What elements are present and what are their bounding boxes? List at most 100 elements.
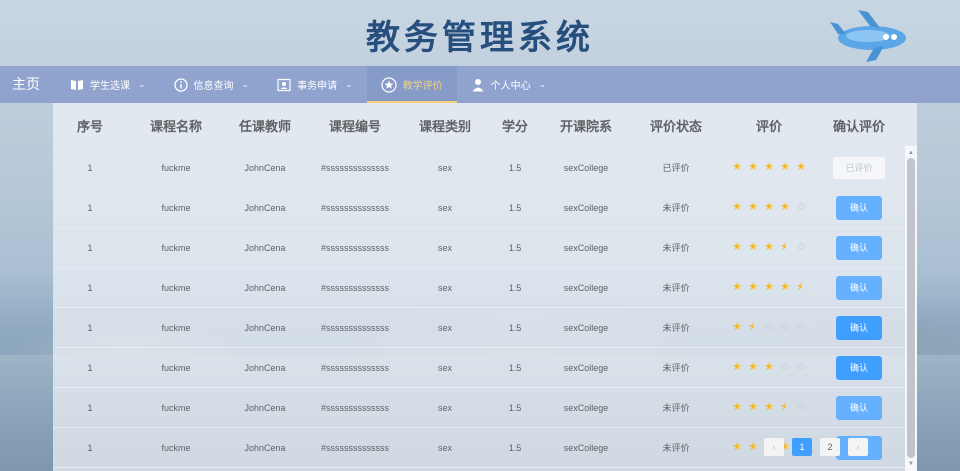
star-rating[interactable]: ★ ★ ★ ★ ☆	[732, 202, 807, 213]
column-header: 评价	[725, 103, 813, 148]
evaluation-table: 序号 课程名称 任课教师 课程编号 课程类别 学分 开课院系 评价状态 评价 确…	[53, 103, 905, 468]
star-icon[interactable]: ☆	[796, 322, 807, 333]
star-icon[interactable]: ★	[780, 242, 791, 253]
scroll-up-arrow-icon[interactable]: ▲	[905, 148, 917, 158]
confirm-button: 已评价	[832, 155, 886, 180]
cell-course: fuckme	[127, 227, 225, 268]
cell-teacher: JohnCena	[225, 267, 305, 308]
nav-item-affairs-application[interactable]: 事务申请 ⌄	[263, 66, 367, 103]
cell-index: 1	[53, 307, 127, 348]
star-icon[interactable]: ★	[764, 402, 775, 413]
main-nav: 主页 学生选课 ⌄ 信息查询 ⌄ 事务申请 ⌄ 教学评价 个人中心 ⌄	[0, 66, 960, 103]
confirm-button[interactable]: 确认	[836, 275, 882, 300]
cell-category: sex	[405, 267, 485, 308]
star-icon[interactable]: ★	[780, 162, 791, 173]
star-icon[interactable]: ☆	[796, 402, 807, 413]
confirm-button[interactable]: 确认	[836, 235, 882, 260]
cell-code: #ssssssssssssss	[305, 387, 405, 428]
nav-item-course-selection[interactable]: 学生选课 ⌄	[56, 66, 160, 103]
star-icon[interactable]: ★	[732, 402, 743, 413]
star-icon[interactable]: ★	[764, 362, 775, 373]
star-icon[interactable]: ☆	[764, 322, 775, 333]
cell-status: 未评价	[627, 427, 725, 468]
star-rating[interactable]: ★ ★ ★ ☆ ☆	[732, 362, 807, 373]
star-icon[interactable]: ★	[780, 202, 791, 213]
star-icon[interactable]: ★	[748, 442, 759, 453]
cell-category: sex	[405, 347, 485, 388]
star-icon[interactable]: ★	[748, 402, 759, 413]
star-rating[interactable]: ★ ★ ★ ★ ★	[732, 162, 807, 173]
next-page-button[interactable]: ›	[848, 438, 868, 456]
star-icon[interactable]: ☆	[796, 362, 807, 373]
star-icon[interactable]: ★	[748, 242, 759, 253]
star-rating[interactable]: ★ ★ ☆ ☆ ☆	[732, 322, 807, 333]
star-icon[interactable]: ★	[764, 162, 775, 173]
star-icon[interactable]: ★	[732, 322, 743, 333]
evaluation-panel: 序号 课程名称 任课教师 课程编号 课程类别 学分 开课院系 评价状态 评价 确…	[53, 103, 917, 471]
star-icon[interactable]: ★	[764, 242, 775, 253]
cell-index: 1	[53, 147, 127, 188]
vertical-scrollbar[interactable]: ▲ ▼	[905, 146, 917, 471]
star-icon[interactable]: ★	[732, 162, 743, 173]
cell-college: sexCollege	[545, 147, 627, 188]
cell-rating: ★ ★ ★ ★ ☆	[725, 227, 813, 268]
star-icon[interactable]: ★	[748, 202, 759, 213]
confirm-button[interactable]: 确认	[836, 395, 882, 420]
table-row: 1 fuckme JohnCena #ssssssssssssss sex 1.5 sexC…	[53, 227, 905, 268]
confirm-button[interactable]: 确认	[836, 355, 882, 380]
cell-action: 已评价	[813, 147, 905, 188]
star-icon[interactable]: ☆	[780, 322, 791, 333]
star-rating[interactable]: ★ ★ ★ ★ ★	[732, 282, 807, 293]
cell-action: 确认	[813, 307, 905, 348]
star-icon[interactable]: ☆	[796, 242, 807, 253]
cell-index: 1	[53, 187, 127, 228]
nav-item-info-query[interactable]: 信息查询 ⌄	[160, 66, 264, 103]
nav-item-label: 个人中心	[490, 81, 531, 92]
cell-credit: 1.5	[485, 427, 545, 468]
cell-category: sex	[405, 147, 485, 188]
star-icon[interactable]: ★	[732, 442, 743, 453]
prev-page-button[interactable]: ‹	[764, 438, 784, 456]
cell-code: #ssssssssssssss	[305, 427, 405, 468]
nav-item-teaching-evaluation[interactable]: 教学评价	[366, 66, 457, 103]
cell-college: sexCollege	[545, 267, 627, 308]
confirm-button[interactable]: 确认	[836, 315, 882, 340]
star-rating[interactable]: ★ ★ ★ ★ ☆	[732, 402, 807, 413]
scroll-down-arrow-icon[interactable]: ▼	[905, 459, 917, 469]
cell-course: fuckme	[127, 387, 225, 428]
nav-home[interactable]: 主页	[0, 66, 56, 103]
star-icon[interactable]: ★	[748, 322, 759, 333]
cell-credit: 1.5	[485, 227, 545, 268]
cell-rating: ★ ★ ★ ★ ☆	[725, 387, 813, 428]
table-row: 1 fuckme JohnCena #ssssssssssssss sex 1.5 sexC…	[53, 347, 905, 388]
star-icon[interactable]: ★	[748, 282, 759, 293]
star-rating[interactable]: ★ ★ ★ ★ ☆	[732, 242, 807, 253]
star-icon[interactable]: ★	[732, 362, 743, 373]
nav-item-label: 学生选课	[90, 81, 130, 92]
star-icon[interactable]: ★	[732, 282, 743, 293]
nav-item-label: 教学评价	[402, 81, 443, 92]
cell-action: 确认	[813, 387, 905, 428]
star-icon[interactable]: ★	[764, 202, 775, 213]
star-icon[interactable]: ★	[796, 282, 807, 293]
star-icon[interactable]: ★	[732, 242, 743, 253]
id-card-icon	[277, 78, 291, 91]
nav-item-personal-center[interactable]: 个人中心 ⌄	[457, 66, 561, 103]
star-icon[interactable]: ☆	[796, 202, 807, 213]
star-icon[interactable]: ★	[796, 162, 807, 173]
cell-status: 未评价	[627, 347, 725, 388]
star-icon[interactable]: ★	[764, 282, 775, 293]
star-icon[interactable]: ★	[732, 202, 743, 213]
confirm-button[interactable]: 确认	[836, 195, 882, 220]
star-icon[interactable]: ★	[748, 162, 759, 173]
cell-action: 确认	[813, 187, 905, 228]
page-button-1[interactable]: 1	[792, 438, 812, 456]
star-icon[interactable]: ★	[748, 362, 759, 373]
page-button-2[interactable]: 2	[820, 438, 840, 456]
star-icon[interactable]: ★	[780, 282, 791, 293]
system-title: 教务管理系统	[366, 18, 594, 58]
scroll-thumb[interactable]	[907, 158, 915, 458]
star-icon[interactable]: ☆	[780, 362, 791, 373]
cell-course: fuckme	[127, 267, 225, 308]
star-icon[interactable]: ★	[780, 402, 791, 413]
